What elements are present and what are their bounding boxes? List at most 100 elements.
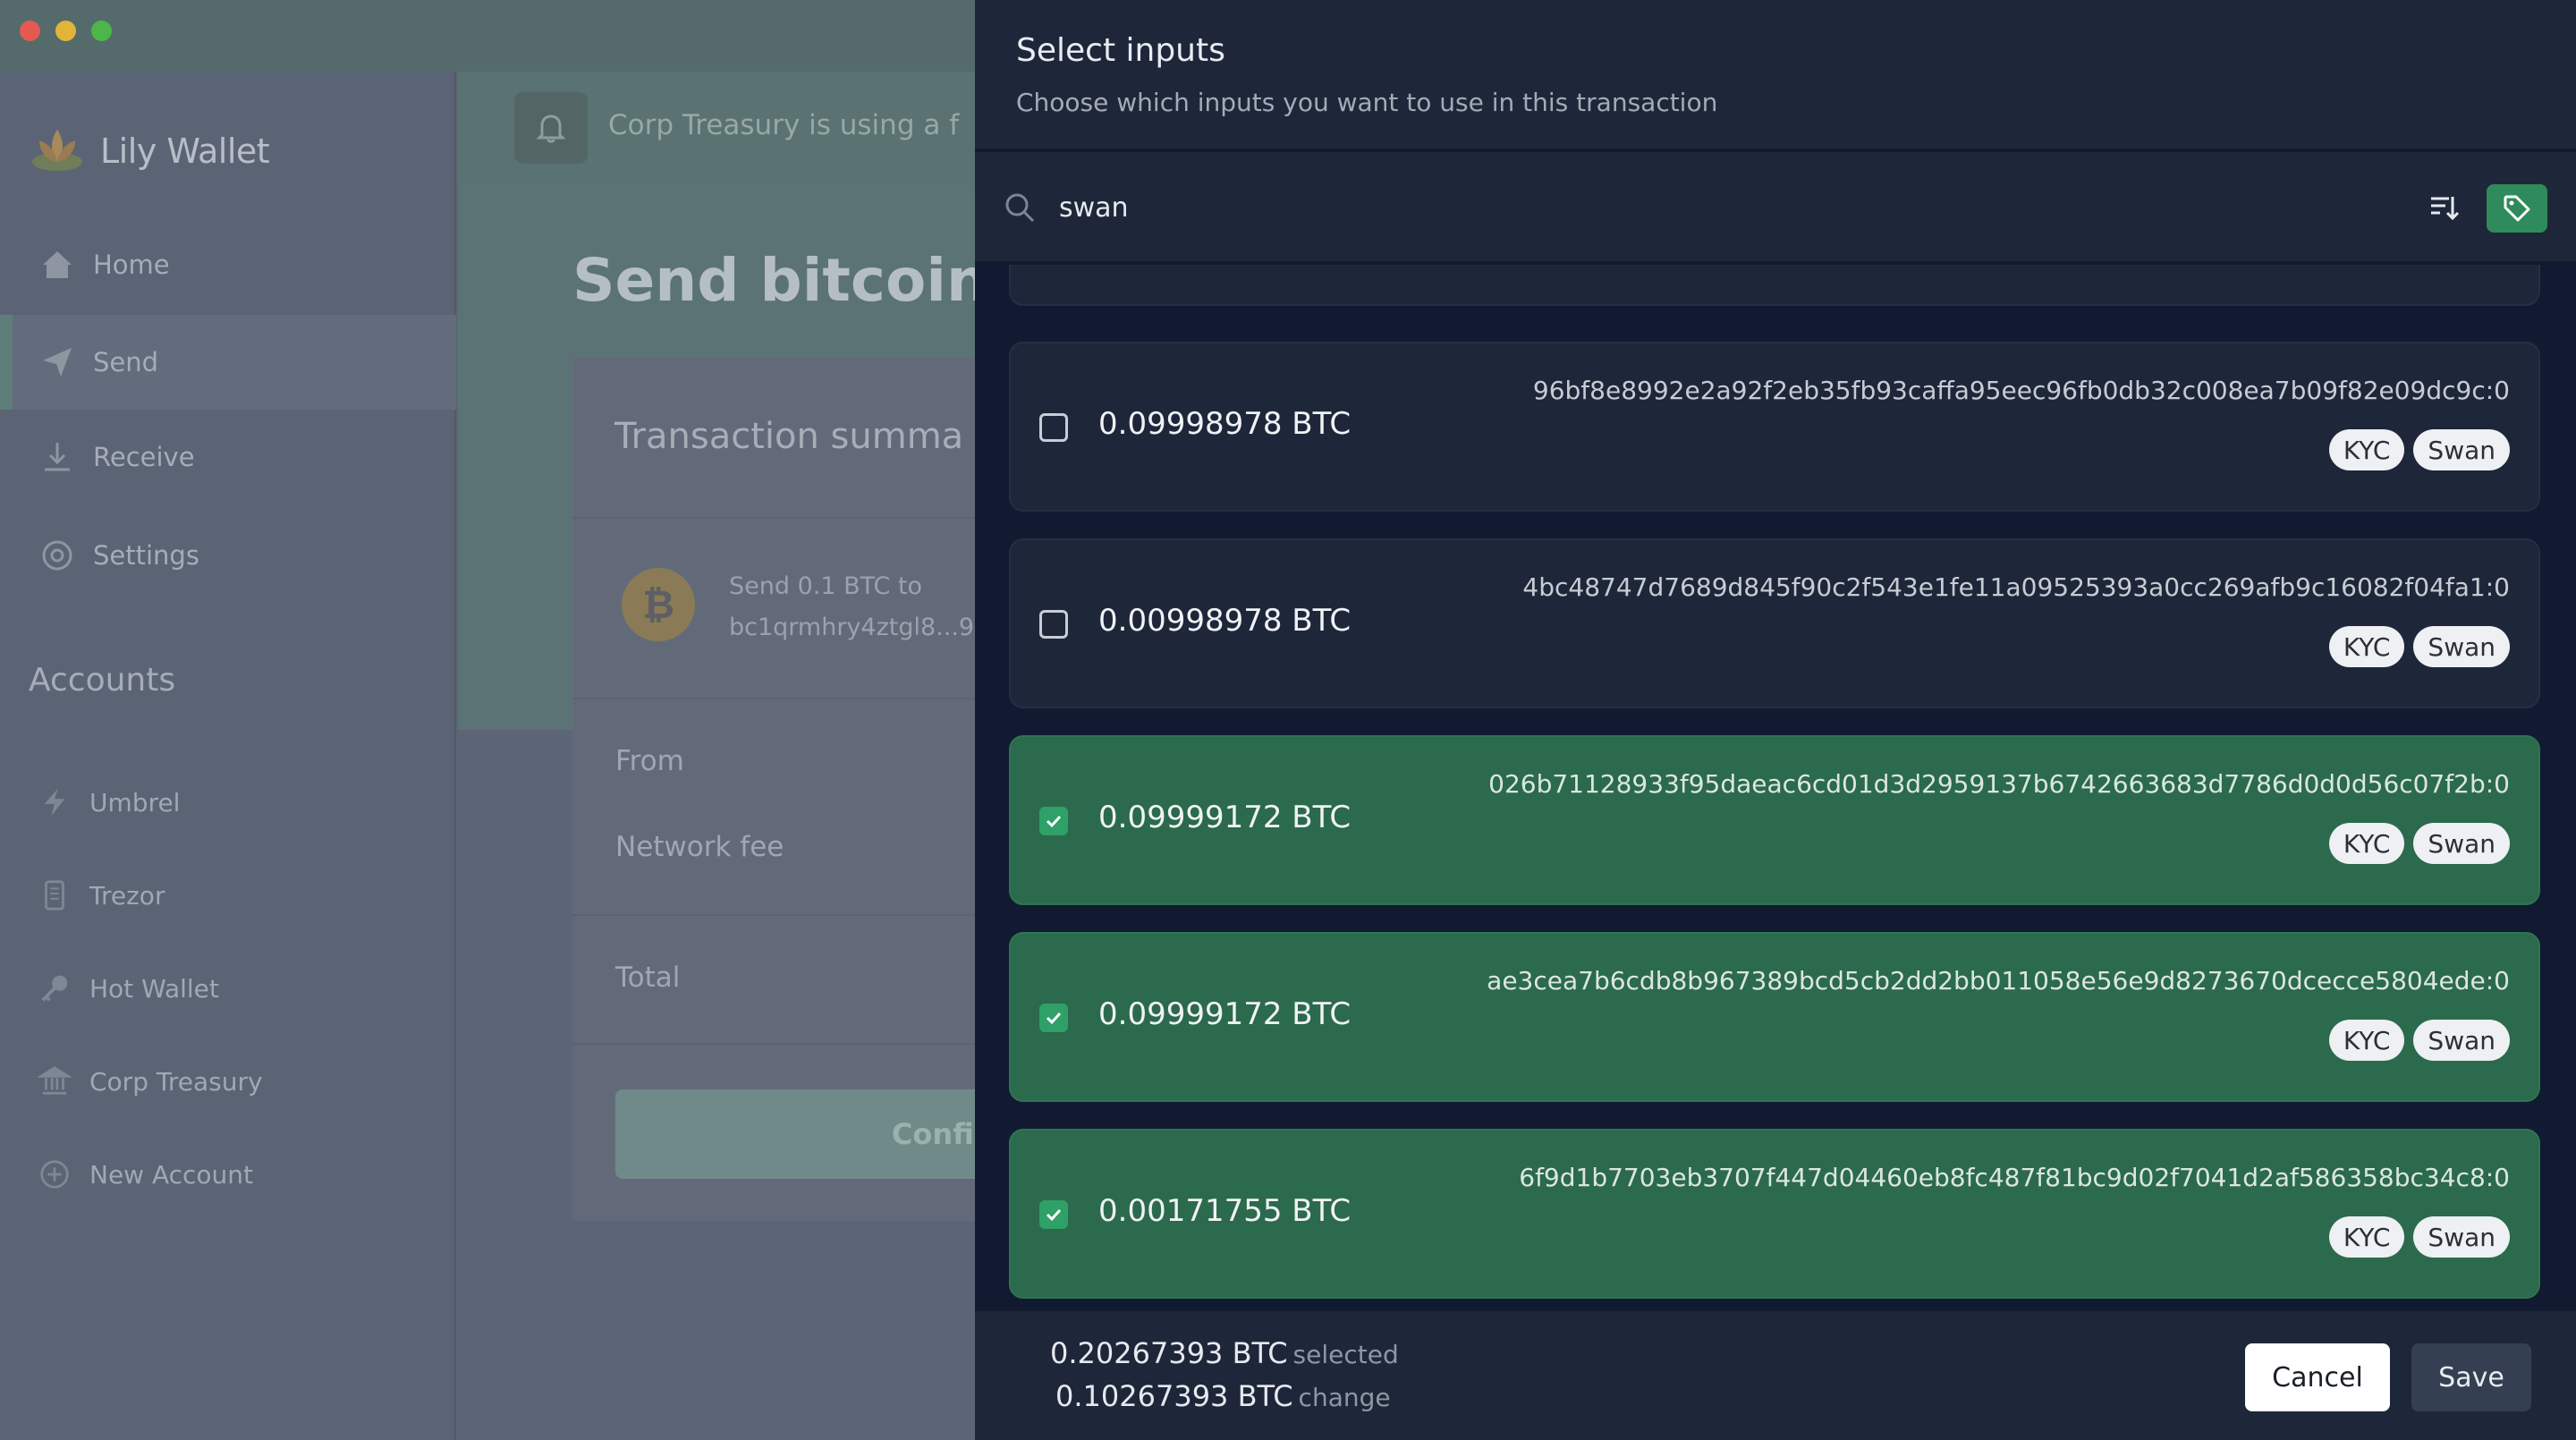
utxo-checkbox[interactable] bbox=[1039, 807, 1068, 835]
tag-icon bbox=[2504, 195, 2530, 222]
utxo-txid: ae3cea7b6cdb8b967389bcd5cb2dd2bb011058e5… bbox=[1487, 966, 2510, 995]
utxo-row[interactable]: 0.09998978 BTC 96bf8e8992e2a92f2eb35fb93… bbox=[1009, 342, 2540, 512]
utxo-checkbox[interactable] bbox=[1039, 1004, 1068, 1032]
tag-chip: KYC bbox=[2328, 626, 2405, 667]
change-amount: 0.10267393 BTC bbox=[1055, 1379, 1293, 1413]
window-titlebar bbox=[0, 0, 975, 72]
bank-icon bbox=[38, 1066, 72, 1095]
lily-logo-icon bbox=[32, 130, 82, 171]
account-umbrel-label: Umbrel bbox=[89, 787, 181, 817]
change-total: 0.10267393 BTC change bbox=[1055, 1379, 1391, 1413]
account-trezor-label: Trezor bbox=[89, 880, 165, 911]
hardware-device-icon bbox=[45, 880, 64, 911]
account-corp-treasury-label: Corp Treasury bbox=[89, 1066, 263, 1097]
account-new[interactable]: New Account bbox=[0, 1139, 456, 1210]
divider bbox=[572, 698, 975, 699]
bell-icon bbox=[536, 114, 566, 143]
checkmark-icon bbox=[1046, 815, 1062, 828]
checkmark-icon bbox=[1046, 1208, 1062, 1222]
nav-send-label: Send bbox=[93, 347, 159, 377]
account-hot-wallet[interactable]: Hot Wallet bbox=[0, 953, 456, 1024]
tag-chip: Swan bbox=[2413, 626, 2510, 667]
account-new-label: New Account bbox=[89, 1159, 254, 1190]
tag-chip: KYC bbox=[2328, 1020, 2405, 1061]
settings-icon bbox=[42, 540, 72, 571]
utxo-tags: KYC Swan bbox=[2328, 823, 2510, 864]
transaction-summary-card: Transaction summa ₿ Send 0.1 BTC to bc1q… bbox=[572, 358, 1009, 1221]
checkmark-icon bbox=[1046, 1012, 1062, 1025]
utxo-txid: 4bc48747d7689d845f90c2f543e1fe11a0952539… bbox=[1522, 572, 2510, 602]
brand-name: Lily Wallet bbox=[100, 131, 270, 171]
tag-chip: Swan bbox=[2413, 1020, 2510, 1061]
utxo-amount: 0.09998978 BTC bbox=[1098, 406, 1352, 442]
utxo-row[interactable]: 0.00171755 BTC 6f9d1b7703eb3707f447d0446… bbox=[1009, 1129, 2540, 1299]
card-title: Transaction summa bbox=[614, 416, 964, 457]
search-input[interactable] bbox=[1059, 184, 2401, 231]
total-label: Total bbox=[615, 961, 681, 994]
nav-receive[interactable]: Receive bbox=[0, 410, 456, 504]
tag-chip: KYC bbox=[2328, 1216, 2405, 1258]
utxo-tags: KYC Swan bbox=[2328, 1216, 2510, 1258]
accounts-heading: Accounts bbox=[29, 662, 176, 699]
utxo-amount: 0.00171755 BTC bbox=[1098, 1193, 1352, 1229]
drawer-header: Select inputs Choose which inputs you wa… bbox=[975, 0, 2576, 150]
utxo-tags: KYC Swan bbox=[2328, 626, 2510, 667]
account-corp-treasury[interactable]: Corp Treasury bbox=[0, 1046, 456, 1117]
confirm-button[interactable]: Confirm bbox=[615, 1089, 1009, 1179]
drawer-title: Select inputs bbox=[1016, 32, 1225, 69]
window-minimize-button[interactable] bbox=[55, 21, 76, 41]
tag-filter-button[interactable] bbox=[2487, 184, 2547, 233]
nav-settings-label: Settings bbox=[93, 540, 199, 571]
nav-send[interactable]: Send bbox=[0, 315, 456, 410]
selected-label: selected bbox=[1292, 1340, 1399, 1369]
brand[interactable]: Lily Wallet bbox=[27, 121, 270, 182]
account-umbrel[interactable]: Umbrel bbox=[0, 767, 456, 838]
nav-settings[interactable]: Settings bbox=[0, 508, 456, 603]
tag-chip: Swan bbox=[2413, 1216, 2510, 1258]
utxo-tags: KYC Swan bbox=[2328, 1020, 2510, 1061]
utxo-amount: 0.00998978 BTC bbox=[1098, 603, 1352, 639]
lightning-icon bbox=[44, 788, 65, 817]
banner-text: Corp Treasury is using a f bbox=[608, 109, 960, 141]
sort-icon[interactable] bbox=[2426, 190, 2462, 225]
utxo-row[interactable]: 0.09999172 BTC ae3cea7b6cdb8b967389bcd5c… bbox=[1009, 932, 2540, 1102]
key-icon bbox=[41, 975, 68, 1002]
utxo-amount: 0.09999172 BTC bbox=[1098, 800, 1352, 835]
tag-chip: KYC bbox=[2328, 823, 2405, 864]
window-close-button[interactable] bbox=[20, 21, 40, 41]
utxo-checkbox[interactable] bbox=[1039, 1200, 1068, 1229]
utxo-txid: 6f9d1b7703eb3707f447d04460eb8fc487f81bc9… bbox=[1519, 1163, 2510, 1192]
plus-circle-icon bbox=[40, 1160, 69, 1189]
window-zoom-button[interactable] bbox=[91, 21, 112, 41]
cancel-button[interactable]: Cancel bbox=[2245, 1343, 2390, 1411]
divider bbox=[572, 914, 975, 916]
utxo-list[interactable]: 0.09998978 BTC 96bf8e8992e2a92f2eb35fb93… bbox=[975, 265, 2576, 1309]
page-title: Send bitcoin bbox=[572, 246, 988, 315]
account-trezor[interactable]: Trezor bbox=[0, 860, 456, 931]
send-summary-line: Send 0.1 BTC to bbox=[729, 572, 923, 600]
send-icon bbox=[43, 348, 72, 377]
nav-receive-label: Receive bbox=[93, 442, 195, 472]
sidebar: Lily Wallet Home Send Receive Settings A… bbox=[0, 72, 456, 1440]
search-bar bbox=[975, 152, 2576, 263]
notification-bell-button[interactable] bbox=[514, 92, 588, 164]
save-button[interactable]: Save bbox=[2411, 1343, 2531, 1411]
card-header: Transaction summa bbox=[572, 358, 975, 519]
utxo-txid: 026b71128933f95daeac6cd01d3d2959137b6742… bbox=[1488, 769, 2510, 799]
utxo-row[interactable] bbox=[1009, 265, 2540, 306]
tag-chip: KYC bbox=[2328, 429, 2405, 470]
utxo-checkbox[interactable] bbox=[1039, 413, 1068, 442]
bitcoin-icon: ₿ bbox=[622, 568, 695, 641]
change-label: change bbox=[1298, 1383, 1391, 1412]
nav-home[interactable]: Home bbox=[0, 217, 456, 312]
receive-icon bbox=[45, 443, 70, 471]
recipient-address: bc1qrmhry4ztgl8...9 bbox=[729, 614, 975, 641]
utxo-row[interactable]: 0.00998978 BTC 4bc48747d7689d845f90c2f54… bbox=[1009, 538, 2540, 708]
drawer-subtitle: Choose which inputs you want to use in t… bbox=[1016, 88, 1718, 117]
utxo-txid: 96bf8e8992e2a92f2eb35fb93caffa95eec96fb0… bbox=[1532, 376, 2510, 405]
tag-chip: Swan bbox=[2413, 429, 2510, 470]
utxo-row[interactable]: 0.09999172 BTC 026b71128933f95daeac6cd01… bbox=[1009, 735, 2540, 905]
network-fee-label: Network fee bbox=[615, 831, 784, 863]
utxo-checkbox[interactable] bbox=[1039, 610, 1068, 639]
search-icon bbox=[1005, 193, 1035, 223]
